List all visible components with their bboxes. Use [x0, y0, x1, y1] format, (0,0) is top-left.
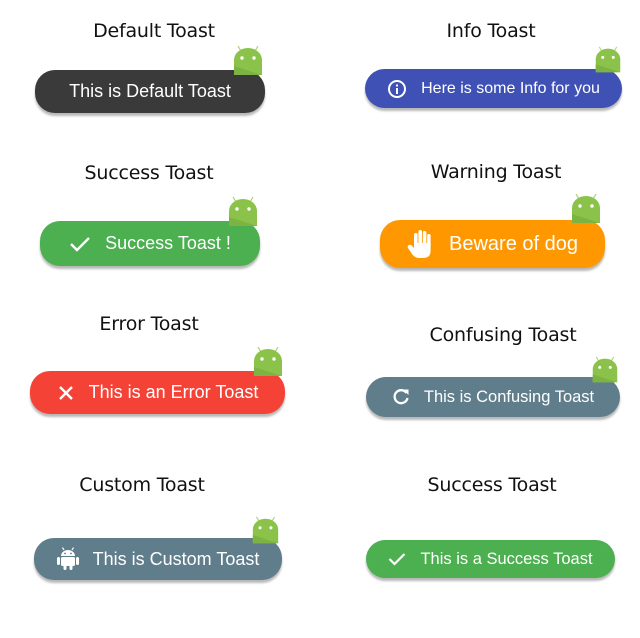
android-badge-icon	[234, 46, 262, 75]
toast-error[interactable]: This is an Error Toast	[30, 371, 285, 414]
check-icon	[388, 552, 406, 566]
caption-success-toast: Success Toast	[84, 162, 214, 184]
toast-message: Beware of dog	[449, 232, 578, 255]
info-icon	[387, 79, 407, 99]
caption-error-toast: Error Toast	[99, 313, 199, 335]
caption-success-toast-2: Success Toast	[427, 474, 557, 496]
check-icon	[69, 235, 91, 253]
toast-message: Here is some Info for you	[421, 79, 600, 97]
toast-confusing[interactable]: This is Confusing Toast	[366, 377, 620, 417]
toast-message: This is Confusing Toast	[423, 387, 595, 406]
android-badge-icon	[254, 347, 282, 376]
toast-warning[interactable]: Beware of dog	[380, 220, 605, 268]
android-badge-icon	[252, 516, 279, 544]
android-badge-icon	[595, 46, 621, 73]
toast-message: This is Custom Toast	[92, 548, 260, 569]
toast-info[interactable]: Here is some Info for you	[365, 69, 622, 108]
toast-message: Success Toast !	[105, 233, 231, 253]
caption-confusing-toast: Confusing Toast	[429, 324, 577, 346]
toast-message: This is a Success Toast	[420, 549, 593, 568]
caption-default-toast: Default Toast	[93, 20, 215, 42]
caption-info-toast: Info Toast	[446, 20, 536, 42]
refresh-icon	[392, 388, 410, 406]
android-badge-icon	[592, 356, 618, 383]
caption-warning-toast: Warning Toast	[430, 161, 562, 183]
hand-icon	[407, 229, 435, 259]
toast-success-2[interactable]: This is a Success Toast	[366, 540, 615, 578]
toast-success[interactable]: Success Toast !	[40, 221, 260, 266]
caption-custom-toast: Custom Toast	[79, 474, 205, 496]
close-icon	[57, 384, 75, 402]
toast-message: This is an Error Toast	[88, 382, 259, 402]
toast-default[interactable]: This is Default Toast	[35, 70, 265, 113]
android-badge-icon	[572, 194, 600, 223]
android-badge-icon	[229, 197, 257, 226]
toast-custom[interactable]: This is Custom Toast	[34, 538, 282, 580]
toast-message: This is Default Toast	[69, 81, 231, 101]
android-icon	[56, 547, 79, 571]
